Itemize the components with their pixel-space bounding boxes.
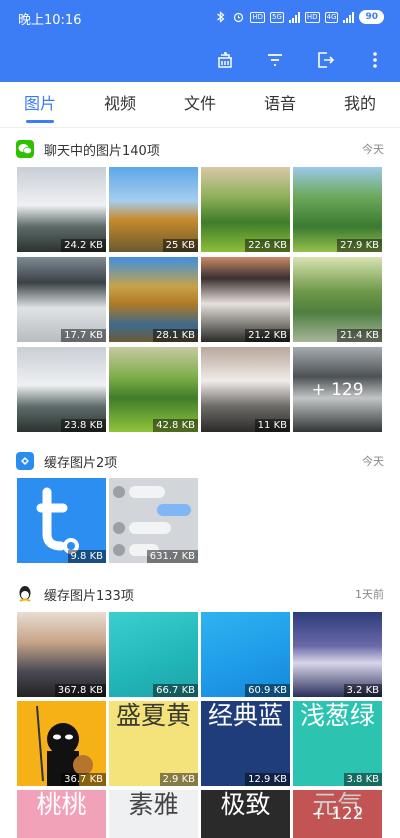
section-header-wechat[interactable]: 聊天中的图片140项 今天: [16, 137, 384, 161]
tab-mine[interactable]: 我的: [320, 82, 400, 127]
image-thumb[interactable]: 浅葱绿 3.8 KB: [293, 701, 382, 786]
image-thumb[interactable]: 桃桃: [17, 790, 106, 838]
theme-text: 桃桃: [36, 790, 87, 819]
image-thumb[interactable]: 11 KB: [201, 347, 290, 432]
image-thumb[interactable]: 17.7 KB: [17, 257, 106, 342]
file-size: 3.8 KB: [343, 773, 382, 786]
file-size: 2.9 KB: [159, 773, 198, 786]
bluetooth-icon: [217, 11, 225, 23]
hd-badge-2: HD: [304, 11, 320, 23]
file-size: 36.7 KB: [61, 773, 106, 786]
file-size: 17.7 KB: [61, 329, 106, 342]
theme-text: 经典蓝: [207, 701, 283, 730]
section-title: 缓存图片133项: [44, 588, 134, 604]
file-size: 21.4 KB: [337, 329, 382, 342]
file-size: 22.6 KB: [245, 239, 290, 252]
more-count: + 122: [293, 790, 382, 838]
file-size: 9.8 KB: [67, 550, 106, 563]
more-images-tile[interactable]: + 129: [293, 347, 382, 432]
section-date: 1天前: [355, 588, 384, 601]
toolbar: [200, 44, 400, 76]
file-size: 25 KB: [162, 239, 198, 252]
section-date: 今天: [362, 143, 384, 156]
alarm-icon: [234, 12, 244, 23]
signal-icon-2: [343, 11, 355, 23]
signal-icon-1: [288, 11, 300, 23]
app-header: 晚上10:16 HD 5G HD 4G 90: [0, 0, 400, 82]
tab-videos[interactable]: 视频: [80, 82, 160, 127]
cache-app-icon: [16, 452, 34, 470]
image-thumb[interactable]: 盛夏黄 2.9 KB: [109, 701, 198, 786]
recycle-bin-icon: [218, 52, 232, 68]
file-size: 12.9 KB: [245, 773, 290, 786]
image-thumb[interactable]: 21.2 KB: [201, 257, 290, 342]
4g-badge: 4G: [324, 11, 339, 23]
theme-text: 浅葱绿: [299, 701, 375, 730]
section-date: 今天: [362, 455, 384, 468]
filter-button[interactable]: [250, 44, 300, 76]
file-size: 21.2 KB: [245, 329, 290, 342]
image-thumb[interactable]: 3.2 KB: [293, 612, 382, 697]
file-size: 27.9 KB: [337, 239, 382, 252]
image-thumb[interactable]: 66.7 KB: [109, 612, 198, 697]
image-thumb[interactable]: 367.8 KB: [17, 612, 106, 697]
theme-text: 极致: [220, 790, 271, 819]
image-thumb[interactable]: 22.6 KB: [201, 167, 290, 252]
exit-button[interactable]: [300, 44, 350, 76]
theme-text: 盛夏黄: [115, 701, 191, 730]
section-title: 缓存图片2项: [44, 455, 118, 471]
theme-text: 素雅: [128, 790, 179, 819]
5g-badge: 5G: [270, 11, 284, 23]
qq-icon: [16, 585, 34, 603]
status-bar: 晚上10:16 HD 5G HD 4G 90: [0, 0, 400, 34]
tab-images[interactable]: 图片: [0, 82, 80, 127]
more-count: + 129: [293, 347, 382, 432]
file-size: 23.8 KB: [61, 419, 106, 432]
file-size: 11 KB: [254, 419, 290, 432]
file-size: 66.7 KB: [153, 684, 198, 697]
filter-icon: [268, 54, 282, 66]
file-size: 60.9 KB: [245, 684, 290, 697]
image-thumb[interactable]: 23.8 KB: [17, 347, 106, 432]
file-size: 28.1 KB: [153, 329, 198, 342]
file-size: 24.2 KB: [61, 239, 106, 252]
image-thumb[interactable]: 21.4 KB: [293, 257, 382, 342]
recycle-bin-button[interactable]: [200, 44, 250, 76]
image-thumb[interactable]: 631.7 KB: [109, 478, 198, 563]
more-button[interactable]: [350, 44, 400, 76]
status-icons: HD 5G HD 4G 90: [214, 8, 384, 26]
battery-icon: 90: [359, 10, 384, 24]
image-thumb[interactable]: 24.2 KB: [17, 167, 106, 252]
image-thumb[interactable]: 42.8 KB: [109, 347, 198, 432]
tab-bar: 图片 视频 文件 语音 我的: [0, 82, 400, 128]
more-images-tile[interactable]: 元气 + 122: [293, 790, 382, 838]
image-thumb[interactable]: 27.9 KB: [293, 167, 382, 252]
section-header-qq[interactable]: 缓存图片133项 1天前: [16, 582, 384, 606]
file-size: 3.2 KB: [343, 684, 382, 697]
image-thumb[interactable]: 素雅: [109, 790, 198, 838]
image-thumb[interactable]: 28.1 KB: [109, 257, 198, 342]
tab-voice[interactable]: 语音: [240, 82, 320, 127]
image-thumb[interactable]: 9.8 KB: [17, 478, 106, 563]
status-time: 晚上10:16: [18, 13, 82, 28]
tab-files[interactable]: 文件: [160, 82, 240, 127]
section-header-cache[interactable]: 缓存图片2项 今天: [16, 449, 384, 473]
file-size: 42.8 KB: [153, 419, 198, 432]
file-size: 367.8 KB: [54, 684, 106, 697]
hd-badge-1: HD: [250, 11, 266, 23]
exit-icon: [318, 52, 335, 68]
wechat-icon: [16, 140, 34, 158]
image-thumb[interactable]: 经典蓝 12.9 KB: [201, 701, 290, 786]
section-title: 聊天中的图片140项: [44, 143, 160, 159]
image-thumb[interactable]: 60.9 KB: [201, 612, 290, 697]
more-vert-icon: [373, 52, 377, 68]
image-thumb[interactable]: 极致: [201, 790, 290, 838]
file-size: 631.7 KB: [146, 550, 198, 563]
image-thumb[interactable]: 25 KB: [109, 167, 198, 252]
image-thumb[interactable]: 36.7 KB: [17, 701, 106, 786]
